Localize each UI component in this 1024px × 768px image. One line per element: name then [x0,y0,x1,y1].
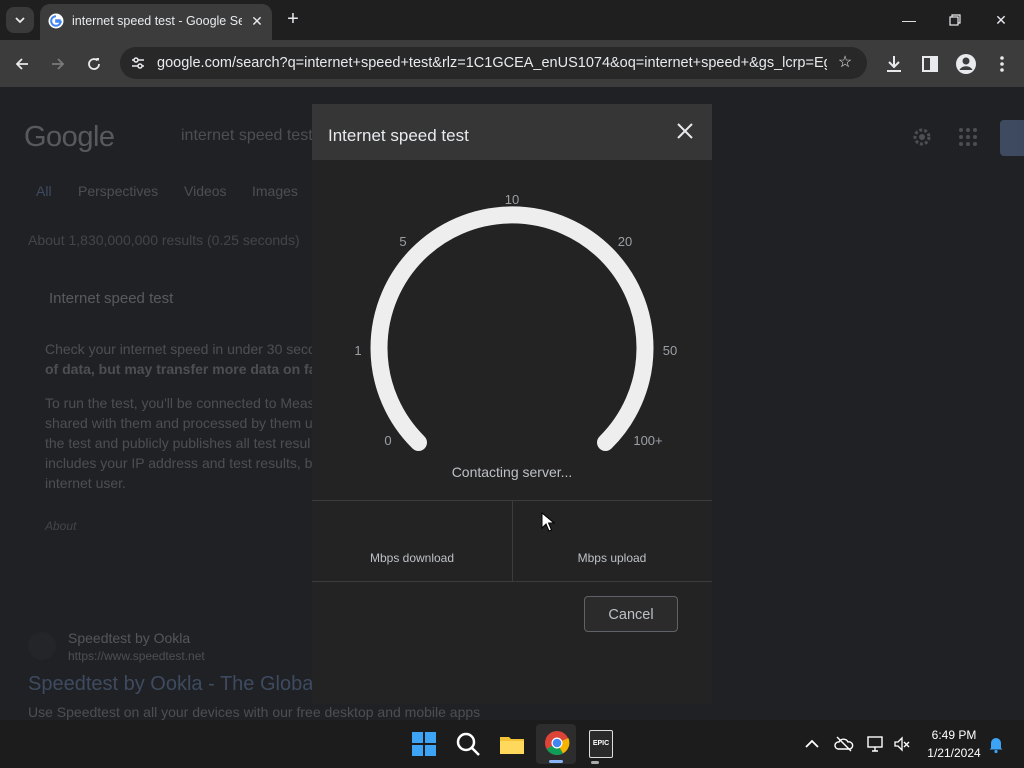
mouse-cursor-icon [541,512,555,532]
speed-test-dialog: Internet speed test 0 1 5 10 20 50 100+ … [312,104,712,704]
epic-games-icon[interactable]: EPIC [589,730,613,758]
result-title-link[interactable]: Speedtest by Ookla - The Globa [28,673,313,696]
browser-tab[interactable]: internet speed test - Google Search ✕ [40,4,272,40]
about-link[interactable]: About [45,519,76,533]
gauge-label: 1 [354,343,361,358]
download-label: Mbps download [369,551,455,565]
card-line: shared with them and processed by them u [45,415,313,431]
gauge-label: 10 [505,192,519,207]
gauge-label: 50 [663,343,677,358]
search-query-text[interactable]: internet speed test [181,127,313,145]
chevron-down-icon [15,17,25,24]
card-line: Check your internet speed in under 30 se… [45,341,316,357]
gauge-label: 5 [399,234,406,249]
clock-date[interactable]: 1/21/2024 [922,746,986,760]
reload-button[interactable] [82,52,106,76]
gauge-label: 0 [384,433,391,448]
arrow-right-icon [52,58,65,70]
address-bar[interactable]: google.com/search?q=internet+speed+test&… [120,47,867,79]
speed-results-row: Mbps download Mbps upload [312,500,712,582]
tab-title: internet speed test - Google Search [72,14,242,28]
side-panel-icon[interactable] [918,52,942,76]
chrome-taskbar-button[interactable] [536,724,576,764]
speed-gauge: 0 1 5 10 20 50 100+ [354,192,677,451]
restore-button[interactable] [942,8,968,32]
profile-icon[interactable] [954,52,978,76]
card-line: internet user. [45,475,126,491]
kebab-menu-icon[interactable] [990,52,1014,76]
clock-time[interactable]: 6:49 PM [922,728,986,742]
card-line: To run the test, you'll be connected to … [45,395,315,411]
volume-muted-icon[interactable] [892,734,912,754]
ookla-favicon-icon [28,632,56,660]
reload-icon [88,58,100,70]
search-icon[interactable] [452,728,484,760]
forward-button[interactable] [46,52,70,76]
url-text[interactable]: google.com/search?q=internet+speed+test&… [157,55,827,71]
tab-videos[interactable]: Videos [184,183,227,199]
chrome-icon [545,731,570,756]
tab-perspectives[interactable]: Perspectives [78,183,158,199]
windows-start-icon[interactable] [408,728,440,760]
running-app-indicator [591,761,599,764]
tab-all[interactable]: All [36,183,52,199]
arrow-left-icon [15,58,28,70]
file-explorer-icon[interactable] [496,728,528,760]
close-icon[interactable] [672,118,698,144]
download-icon[interactable] [882,52,906,76]
chevron-up-icon[interactable] [802,734,822,754]
gauge-label: 100+ [633,433,662,448]
restore-icon [949,14,961,26]
gauge-arc [370,206,654,451]
dialog-header: Internet speed test [312,104,712,160]
result-site-name: Speedtest by Ookla [68,630,191,646]
stats-divider [512,501,513,581]
sign-in-button[interactable] [1000,120,1024,156]
card-title: Internet speed test [49,290,174,307]
card-line: includes your IP address and test result… [45,455,313,471]
gear-icon[interactable] [910,125,934,149]
minimize-button[interactable]: — [896,8,922,32]
back-button[interactable] [10,52,34,76]
tab-images[interactable]: Images [252,183,298,199]
google-logo[interactable]: Google [24,121,115,154]
network-icon[interactable] [866,734,886,754]
browser-tab-bar: internet speed test - Google Search ✕ + … [0,0,1024,40]
notification-bell-icon[interactable] [986,734,1006,754]
result-description: Use Speedtest on all your devices with o… [28,704,481,720]
card-line: the test and publicly publishes all test… [45,435,311,451]
active-app-indicator [549,760,563,763]
tune-icon[interactable] [130,55,146,71]
upload-label: Mbps upload [577,551,647,565]
new-tab-button[interactable]: + [282,8,304,30]
cancel-button[interactable]: Cancel [584,596,678,632]
result-stats: About 1,830,000,000 results (0.25 second… [28,232,300,248]
tab-close-icon[interactable]: ✕ [248,12,266,30]
window-close-button[interactable]: ✕ [988,8,1014,32]
google-favicon-icon [48,13,64,29]
onedrive-offline-icon[interactable] [834,734,854,754]
result-url: https://www.speedtest.net [68,649,205,663]
browser-toolbar: google.com/search?q=internet+speed+test&… [0,40,1024,87]
card-line: of data, but may transfer more data on f… [45,361,329,377]
tab-search-button[interactable] [6,7,34,33]
status-text: Contacting server... [451,464,573,480]
dialog-title: Internet speed test [328,126,469,145]
apps-grid-icon[interactable] [958,127,978,147]
gauge-label: 20 [618,234,632,249]
star-icon[interactable]: ☆ [834,52,856,74]
taskbar: EPIC 6:49 PM 1/21/2024 [0,720,1024,768]
